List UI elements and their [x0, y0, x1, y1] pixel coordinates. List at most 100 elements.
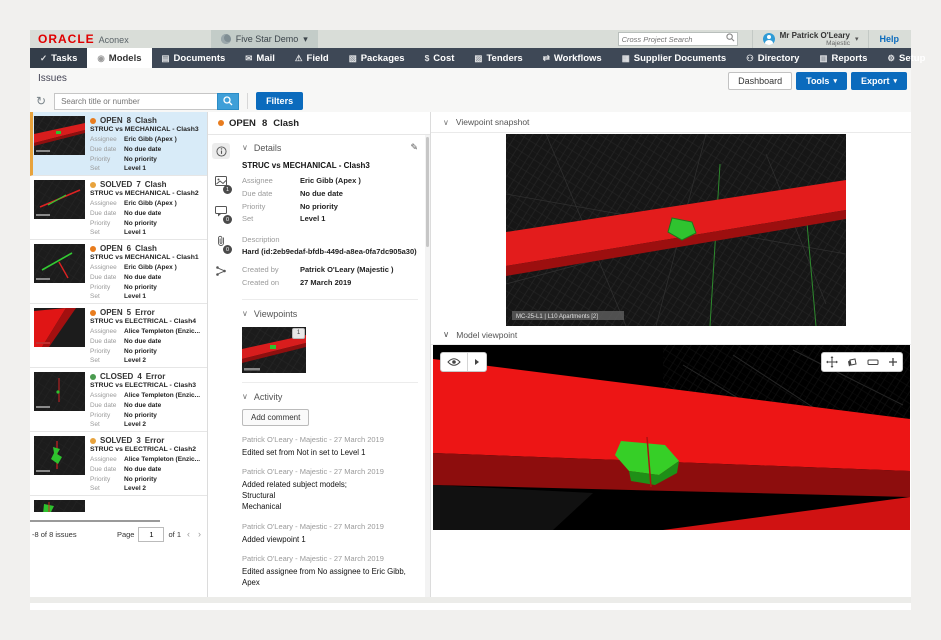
tab-field[interactable]: ⚠Field — [285, 48, 339, 68]
issue-list-item-3[interactable]: SOLVED3Error STRUC vs ELECTRICAL - Clash… — [30, 432, 207, 496]
page-input[interactable] — [138, 527, 164, 542]
tab-directory[interactable]: ⚇Directory — [736, 48, 809, 68]
status-dot — [90, 374, 96, 380]
activity-entry: Patrick O'Leary - Majestic - 27 March 20… — [242, 522, 418, 545]
details-section-header[interactable]: ∨ Details ✎ — [242, 142, 418, 153]
vertical-scrollbar[interactable] — [425, 135, 430, 597]
issue-thumbnail — [34, 436, 85, 475]
tab-setup[interactable]: ⚙Setup — [877, 48, 935, 68]
project-selector[interactable]: Five Star Demo ▾ — [211, 30, 318, 48]
page: ORACLE Aconex Five Star Demo ▾ Mr Patric… — [0, 0, 941, 640]
viewer-visibility-toolbar — [440, 352, 487, 372]
refresh-icon[interactable]: ↻ — [36, 95, 46, 107]
expand-arrow-icon[interactable] — [468, 358, 486, 366]
package-icon: ▧ — [349, 53, 357, 64]
orbit-cube-icon[interactable] — [847, 357, 858, 368]
activity-section-header[interactable]: ∨ Activity — [242, 392, 418, 402]
edit-pencil-icon[interactable]: ✎ — [410, 142, 418, 153]
user-name: Mr Patrick O'Leary — [780, 32, 850, 40]
tab-cost[interactable]: $Cost — [415, 48, 465, 68]
activity-text: Edited set from Not in set to Level 1 — [242, 447, 418, 458]
attachments-icon[interactable]: 0 — [212, 233, 230, 249]
gear-icon: ⚙ — [887, 53, 895, 64]
tab-tasks[interactable]: ✓Tasks — [30, 48, 87, 68]
oracle-aconex-logo: ORACLE Aconex — [38, 32, 129, 46]
globe-icon: ◉ — [97, 53, 104, 64]
tab-reports[interactable]: ▥Reports — [809, 48, 877, 68]
page-title: Issues — [38, 73, 67, 84]
export-button[interactable]: Export▾ — [851, 72, 907, 90]
detail-icon-rail: 1 0 0 — [208, 135, 234, 597]
search-button[interactable] — [217, 93, 239, 110]
issue-thumbnail — [34, 308, 85, 347]
issue-title: STRUC vs ELECTRICAL - Clash3 — [90, 382, 204, 389]
model-viewpoint-canvas[interactable] — [433, 345, 910, 530]
viewpoints-icon[interactable]: 1 — [212, 173, 230, 189]
tab-workflows[interactable]: ⇄Workflows — [533, 48, 612, 68]
chevron-down-icon: ▾ — [833, 77, 837, 85]
chevron-down-icon: ∨ — [242, 143, 248, 152]
eye-icon[interactable] — [441, 357, 467, 367]
issue-list-item-7[interactable]: SOLVED7Clash STRUC vs MECHANICAL - Clash… — [30, 176, 207, 240]
tab-documents[interactable]: ▤Documents — [152, 48, 236, 68]
tools-button[interactable]: Tools▾ — [796, 72, 847, 90]
footer-strip — [30, 603, 911, 610]
user-org: Majestic — [780, 40, 850, 47]
info-icon[interactable] — [212, 143, 230, 159]
activity-entry: Patrick O'Leary - Majestic - 27 March 20… — [242, 435, 418, 458]
next-page-icon[interactable]: › — [196, 529, 203, 539]
viewpoint-thumbnail[interactable]: 1 — [242, 327, 306, 373]
zoom-out-icon[interactable] — [867, 358, 879, 366]
add-comment-button[interactable]: Add comment — [242, 409, 309, 426]
snapshot-caption: MC-25-L1 | L10 Apartments [2] — [516, 314, 598, 320]
cross-project-search[interactable] — [618, 32, 738, 46]
issue-thumbnail — [34, 244, 85, 283]
document-icon: ▤ — [162, 53, 170, 64]
tab-tenders[interactable]: ▨Tenders — [464, 48, 532, 68]
issue-title: STRUC vs MECHANICAL - Clash3 — [90, 126, 204, 133]
activity-entry: Patrick O'Leary - Majestic - 27 March 20… — [242, 554, 418, 589]
avatar — [763, 33, 775, 45]
issue-thumbnail — [34, 500, 85, 512]
status-dot — [90, 182, 96, 188]
comments-icon[interactable]: 0 — [212, 203, 230, 219]
chevron-down-icon: ∨ — [242, 392, 248, 401]
cross-project-search-input[interactable] — [619, 35, 725, 44]
dashboard-button[interactable]: Dashboard — [728, 72, 792, 90]
mail-icon: ✉ — [245, 53, 252, 64]
status-dot — [218, 120, 224, 126]
pagination: -8 of 8 issues Page of 1 ‹ › — [30, 524, 207, 544]
issue-list-item-6[interactable]: OPEN6Clash STRUC vs MECHANICAL - Clash1 … — [30, 240, 207, 304]
check-icon: ✓ — [40, 53, 47, 64]
tab-mail[interactable]: ✉Mail — [235, 48, 285, 68]
issue-list-item-partial[interactable] — [30, 496, 207, 512]
project-name: Five Star Demo — [236, 34, 299, 44]
issue-list-item-8[interactable]: OPEN8Clash STRUC vs MECHANICAL - Clash3 … — [30, 112, 207, 176]
tab-models[interactable]: ◉Models — [87, 48, 151, 68]
prev-page-icon[interactable]: ‹ — [185, 529, 192, 539]
search-icon[interactable] — [726, 33, 735, 45]
issue-title: STRUC vs ELECTRICAL - Clash2 — [90, 446, 204, 453]
issue-search-input[interactable] — [54, 93, 217, 110]
project-icon — [221, 34, 231, 44]
related-models-icon[interactable] — [212, 263, 230, 279]
description-value: Hard (id:2eb9edaf-bfdb-449d-a8ea-0fa7dc9… — [242, 247, 418, 256]
issue-list-item-4[interactable]: CLOSED4Error STRUC vs ELECTRICAL - Clash… — [30, 368, 207, 432]
chevron-down-icon: ▾ — [855, 35, 859, 43]
issues-toolbar: Issues Dashboard Tools▾ Export▾ ↻ Filter… — [30, 68, 911, 112]
field-icon: ⚠ — [295, 53, 303, 64]
issue-list-item-5[interactable]: OPEN5Error STRUC vs ELECTRICAL - Clash4 … — [30, 304, 207, 368]
tab-supplier-documents[interactable]: ▦Supplier Documents — [612, 48, 736, 68]
viewpoints-section-header[interactable]: ∨ Viewpoints — [242, 309, 418, 319]
model-viewpoint-header[interactable]: ∨ Model viewpoint — [431, 325, 911, 345]
viewpoint-snapshot-header[interactable]: ∨ Viewpoint snapshot — [431, 112, 911, 133]
directory-icon: ⚇ — [746, 53, 754, 64]
pan-icon[interactable] — [826, 356, 838, 368]
help-link[interactable]: Help — [879, 34, 899, 44]
zoom-in-icon[interactable] — [888, 357, 898, 367]
filters-button[interactable]: Filters — [256, 92, 303, 110]
horizontal-scrollbar[interactable] — [30, 520, 160, 522]
user-menu[interactable]: Mr Patrick O'Leary Majestic ▾ — [752, 30, 870, 48]
activity-entry: Patrick O'Leary - Majestic - 27 March 20… — [242, 467, 418, 513]
tab-packages[interactable]: ▧Packages — [339, 48, 415, 68]
